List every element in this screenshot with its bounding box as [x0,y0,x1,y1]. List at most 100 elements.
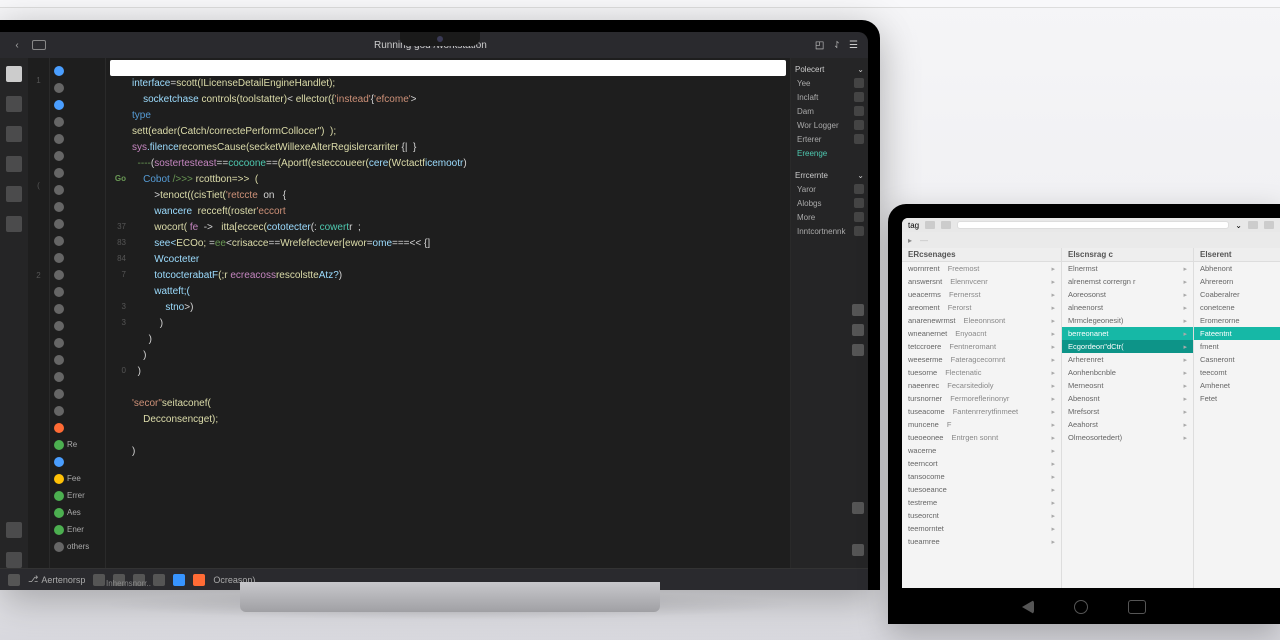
chevron-icon[interactable]: ⌄ [857,65,864,74]
file-item[interactable]: Fee [50,470,105,487]
file-item[interactable] [50,164,105,181]
code-line[interactable]: interface=scott(ILicenseDetailEngineHand… [132,78,790,94]
nav-recent-button[interactable] [1128,600,1146,614]
list-item[interactable]: conetcene [1194,301,1280,314]
list-item[interactable]: testreme▸ [902,496,1061,509]
code-line[interactable]: ) [132,334,790,350]
list-item[interactable]: Aeahorst▸ [1062,418,1193,431]
breadcrumb-item[interactable]: — [920,236,928,245]
code-line[interactable]: sys.filencerecomesCause(secketWillexeAlt… [132,142,790,158]
list-item[interactable]: Amhenet [1194,379,1280,392]
file-item[interactable] [50,351,105,368]
file-item[interactable] [50,79,105,96]
breadcrumb-arrow-icon[interactable]: ▸ [908,236,912,245]
list-item[interactable]: Mrefsorst▸ [1062,405,1193,418]
file-item[interactable] [50,130,105,147]
file-item[interactable] [50,419,105,436]
list-item[interactable]: berreonanet▸ [1062,327,1193,340]
status-branch[interactable]: Aertenorsp [41,575,85,585]
code-line[interactable]: ) [132,318,790,334]
file-item[interactable]: others [50,538,105,555]
list-item[interactable]: fment [1194,340,1280,353]
file-item[interactable] [50,368,105,385]
list-item[interactable]: Ahrereorn [1194,275,1280,288]
activity-search-icon[interactable] [6,96,22,112]
file-item[interactable] [50,385,105,402]
panel-icon[interactable] [852,344,864,356]
list-item[interactable]: Aonhenbcnble▸ [1062,366,1193,379]
list-item[interactable]: Ecgordeon"dCtr(▸ [1062,340,1193,353]
code-line[interactable]: Decconsencget); [132,414,790,430]
address-bar[interactable] [957,221,1229,229]
list-item[interactable]: Merneosnt▸ [1062,379,1193,392]
dropdown-icon[interactable]: ⌄ [1235,221,1242,230]
file-item[interactable] [50,62,105,79]
code-line[interactable]: ----(sostertesteast==cocoone==(Aportf(es… [132,158,790,174]
nav-back-icon[interactable] [925,221,935,229]
file-item[interactable] [50,453,105,470]
list-item[interactable]: tursnornerFermoreflerinonyr▸ [902,392,1061,405]
toolbar-icon[interactable] [32,40,46,50]
list-item[interactable]: Eromerorne [1194,314,1280,327]
code-line[interactable]: sett(eader(Catch/correctePerformCollocer… [132,126,790,142]
file-item[interactable] [50,96,105,113]
file-item[interactable] [50,283,105,300]
remote-icon[interactable] [8,574,20,586]
list-item[interactable]: Abenosnt▸ [1062,392,1193,405]
code-line[interactable]: 'secor"seitaconef( [132,398,790,414]
list-item[interactable]: alrenemst corrergn r▸ [1062,275,1193,288]
panel-item[interactable]: Yaror [795,182,864,196]
status-icon[interactable] [93,574,105,586]
panel-item[interactable]: Wor Logger [795,118,864,132]
list-item[interactable]: Abhenont [1194,262,1280,275]
file-item[interactable] [50,215,105,232]
panel-item[interactable]: Erterer [795,132,864,146]
file-item[interactable] [50,181,105,198]
list-item[interactable]: Arherenret▸ [1062,353,1193,366]
file-item[interactable] [50,402,105,419]
activity-explorer-icon[interactable] [6,66,22,82]
list-item[interactable]: naeenrecFecarsitedioly▸ [902,379,1061,392]
list-item[interactable]: teemorntet▸ [902,522,1061,535]
list-item[interactable]: areomentFerorst▸ [902,301,1061,314]
code-lines[interactable]: interface=scott(ILicenseDetailEngineHand… [132,78,790,568]
list-item[interactable]: tuseacomeFantenrrerytfinmeet▸ [902,405,1061,418]
list-item[interactable]: Olmeosortedert)▸ [1062,431,1193,444]
activity-scm-icon[interactable] [6,126,22,142]
file-item[interactable] [50,300,105,317]
list-item[interactable]: ueacermsFernersst▸ [902,288,1061,301]
list-item[interactable]: tueamree▸ [902,535,1061,548]
chevron-icon[interactable]: ⌄ [857,171,864,180]
activity-account-icon[interactable] [6,522,22,538]
back-icon[interactable]: ‹ [10,38,24,52]
file-item[interactable] [50,317,105,334]
code-line[interactable]: wancere recceft(roster'eccort [132,206,790,222]
list-item[interactable]: anarenewrmstEleeonnsont▸ [902,314,1061,327]
list-item[interactable]: munceneF▸ [902,418,1061,431]
activity-extensions-icon[interactable] [6,186,22,202]
code-line[interactable]: type [132,110,790,126]
code-line[interactable]: stno>) [132,302,790,318]
file-item[interactable]: Errer [50,487,105,504]
list-item[interactable]: tueoeoneeEntrgen sonnt▸ [902,431,1061,444]
list-item[interactable]: answersntElennvcenr▸ [902,275,1061,288]
layout-icon[interactable]: ⥌ [834,40,839,51]
list-item[interactable]: Mrmclegeonesit)▸ [1062,314,1193,327]
file-item[interactable] [50,249,105,266]
panel-icon[interactable] [852,544,864,556]
list-item[interactable]: teerncort▸ [902,457,1061,470]
code-editor[interactable]: Go3783847330 interface=scott(ILicenseDet… [106,58,790,568]
file-item[interactable] [50,266,105,283]
file-item[interactable] [50,113,105,130]
panel-item[interactable]: More [795,210,864,224]
file-item[interactable]: Aes [50,504,105,521]
list-item[interactable]: Elnermst▸ [1062,262,1193,275]
list-item[interactable]: tuesoeance▸ [902,483,1061,496]
search-input[interactable] [110,60,786,76]
list-item[interactable]: teecomt [1194,366,1280,379]
panel-icon[interactable] [852,502,864,514]
code-line[interactable] [132,382,790,398]
activity-test-icon[interactable] [6,216,22,232]
nav-icon[interactable] [1248,221,1258,229]
code-line[interactable]: ) [132,366,790,382]
